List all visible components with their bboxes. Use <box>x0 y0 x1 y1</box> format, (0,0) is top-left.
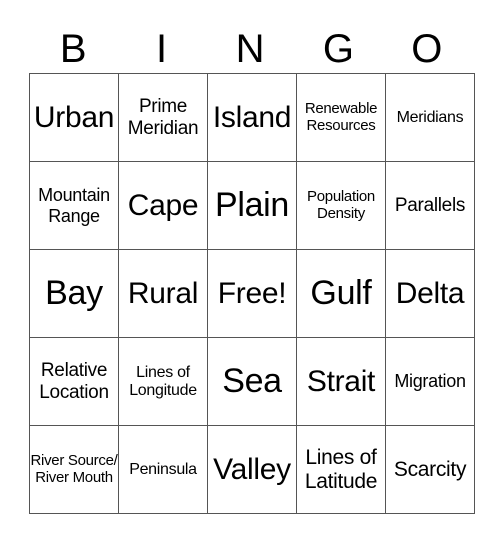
bingo-cell[interactable]: Scarcity <box>385 425 475 514</box>
bingo-cell[interactable]: Plain <box>207 161 297 250</box>
header-letter-n: N <box>235 27 265 71</box>
bingo-cell[interactable]: Meridians <box>385 73 475 162</box>
bingo-row: River Source/ River Mouth Peninsula Valley… <box>29 425 475 514</box>
bingo-cell[interactable]: Mountain Range <box>29 161 119 250</box>
bingo-row: Relative Location Lines of Longitude Sea St… <box>29 337 475 426</box>
header-letter-b: B <box>59 27 87 71</box>
bingo-header: B I N G O <box>29 26 471 72</box>
bingo-cell[interactable]: Parallels <box>385 161 475 250</box>
bingo-cell[interactable]: Population Density <box>296 161 386 250</box>
bingo-row: Mountain Range Cape Plain Population Densit… <box>29 161 475 250</box>
bingo-cell[interactable]: Strait <box>296 337 386 426</box>
bingo-cell[interactable]: Island <box>207 73 297 162</box>
bingo-cell[interactable]: Gulf <box>296 249 386 338</box>
bingo-cell[interactable]: Rural <box>118 249 208 338</box>
bingo-cell[interactable]: Relative Location <box>29 337 119 426</box>
bingo-cell[interactable]: Delta <box>385 249 475 338</box>
bingo-cell[interactable]: Sea <box>207 337 297 426</box>
bingo-cell[interactable]: Prime Meridian <box>118 73 208 162</box>
bingo-cell[interactable]: Migration <box>385 337 475 426</box>
bingo-cell[interactable]: Lines of Longitude <box>118 337 208 426</box>
bingo-grid: Urban Prime Meridian Island Renewable Resou… <box>29 73 475 514</box>
bingo-cell[interactable]: Peninsula <box>118 425 208 514</box>
bingo-cell[interactable]: Cape <box>118 161 208 250</box>
bingo-cell[interactable]: Urban <box>29 73 119 162</box>
bingo-cell[interactable]: Valley <box>207 425 297 514</box>
header-letter-g: G <box>322 27 354 71</box>
bingo-cell[interactable]: Bay <box>29 249 119 338</box>
bingo-row: Urban Prime Meridian Island Renewable Resou… <box>29 73 475 162</box>
header-letter-o: O <box>411 27 443 71</box>
header-letter-i: I <box>156 27 168 71</box>
bingo-cell[interactable]: Lines of Latitude <box>296 425 386 514</box>
bingo-cell[interactable]: River Source/ River Mouth <box>29 425 119 514</box>
bingo-cell[interactable]: Renewable Resources <box>296 73 386 162</box>
bingo-cell[interactable]: Free! <box>207 249 297 338</box>
bingo-row: Bay Rural Free! Gulf Delta <box>29 249 475 338</box>
